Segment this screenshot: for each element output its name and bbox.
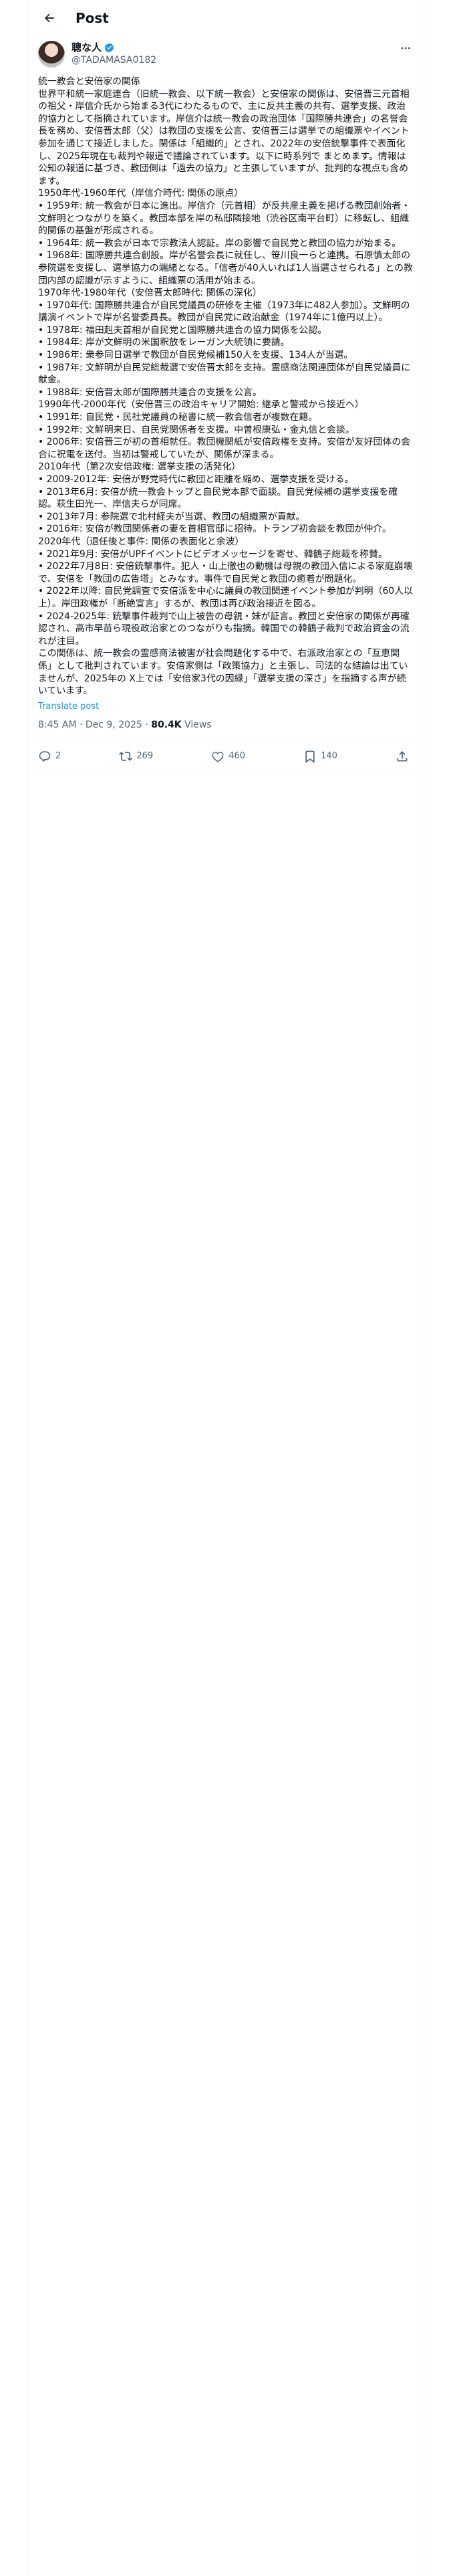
action-bar: 2 269 460 140 [38, 740, 413, 773]
reply-icon [39, 751, 51, 762]
repost-icon [119, 751, 133, 761]
tweet-line: 統一教会と安倍家の関係 [38, 76, 140, 87]
author-row: 聰な人 @TADAMASA0182 [27, 35, 424, 68]
tweet-line: • 1992年: 文鮮明来日、自民党関係者を支援。中曽根康弘・金丸信と会談。 [38, 424, 355, 435]
tweet-line: • 1986年: 衆参同日選挙で教団が自民党候補150人を支援、134人が当選。 [38, 350, 353, 361]
tweet-line: • 2024-2025年: 銃撃事件裁判で山上被告の母親・妹が証言。教団と安倍家… [38, 611, 410, 647]
reply-count: 2 [55, 751, 61, 762]
post-column: Post 聰な人 @TADAMASA0182 統一教会と安倍家の関係 世界平和統… [27, 0, 424, 2576]
back-arrow-icon [45, 13, 54, 22]
like-count: 460 [229, 751, 246, 762]
tweet-line: • 2021年9月: 安倍がUPFイベントにビデオメッセージを寄せ、韓鶴子総裁を… [38, 548, 388, 560]
more-options-button[interactable] [398, 41, 413, 56]
author-name-line: 聰な人 [71, 41, 156, 54]
more-horizontal-icon [401, 47, 410, 49]
tweet-line: • 1968年: 国際勝共連合創設。岸が名誉会長に就任し、笹川良一らと連携。石原… [38, 250, 413, 286]
author-name[interactable]: 聰な人 [71, 41, 102, 54]
verified-badge-icon [104, 42, 114, 53]
tweet-line: • 2016年: 安倍が教団関係者の妻を首相官邸に招待。トランプ初会談を教団が仲… [38, 524, 392, 535]
tweet-line: • 1970年代: 国際勝共連合が自民党議員の研修を主催（1973年に482人参… [38, 300, 410, 324]
tweet-line: • 1959年: 統一教会が日本に進出。岸信介（元首相）が反共産主義を掲げる教団… [38, 200, 411, 237]
post-timestamp[interactable]: 8:45 AM · Dec 9, 2025 [38, 720, 142, 730]
tweet-line: • 2022年以降: 自民党調査で安倍派を中心に議員の教団関連イベント参加が判明… [38, 586, 413, 609]
tweet-line: • 1984年: 岸が文鮮明の米国釈放をレーガン大統領に要請。 [38, 337, 290, 348]
bookmark-icon [305, 750, 315, 763]
post-meta: 8:45 AM · Dec 9, 2025 · 80.4K Views [38, 712, 413, 740]
tweet-line: • 1988年: 安倍晋太郎が国際勝共連合の支援を公言。 [38, 387, 262, 398]
tweet-text: 統一教会と安倍家の関係 世界平和統一家庭連合（旧統一教会、以下統一教会）と安倍家… [27, 68, 424, 697]
reply-button[interactable]: 2 [38, 750, 61, 763]
tweet-line: この関係は、統一教会の霊感商法被害が社会問題化する中で、右派政治家との「互恵関係… [38, 648, 408, 697]
tweet-line: 世界平和統一家庭連合（旧統一教会、以下統一教会）と安倍家の関係は、安倍晋三元首相… [38, 88, 410, 187]
back-button[interactable] [38, 7, 61, 29]
tweet-line: 1990年代-2000年代（安倍晋三の政治キャリア開始: 継承と警戒から接近へ） [38, 399, 364, 411]
tweet-line: 2020年代（退任後と事件: 関係の表面化と余波） [38, 536, 245, 547]
tweet-line: • 2013年7月: 参院選で北村経夫が当選、教団の組織票が貢献。 [38, 511, 305, 522]
author-handle[interactable]: @TADAMASA0182 [71, 54, 156, 66]
heart-icon [212, 752, 224, 762]
repost-button[interactable]: 269 [119, 750, 153, 763]
repost-count: 269 [136, 751, 154, 762]
tweet-line: • 1978年: 福田赳夫首相が自民党と国際勝共連合の協力関係を公認。 [38, 324, 327, 336]
tweet-line: • 1991年: 自民党・民社党議員の秘書に統一教会信者が複数在籍。 [38, 412, 318, 423]
share-icon [397, 750, 408, 762]
views-count: 80.4K [151, 719, 182, 730]
tweet-line: 2010年代（第2次安倍政権: 選挙支援の活発化） [38, 461, 241, 473]
like-button[interactable]: 460 [211, 750, 245, 763]
avatar[interactable] [38, 41, 65, 68]
bookmark-count: 140 [321, 751, 337, 762]
tweet-line: • 2022年7月8日: 安倍銃撃事件。犯人・山上徹也の動機は母親の教団入信によ… [38, 561, 413, 584]
meta-separator: · [142, 719, 152, 730]
tweet-line: • 1964年: 統一教会が日本で宗教法人認証。岸の影響で自民党と教団の協力が始… [38, 237, 402, 249]
tweet-line: • 1987年: 文鮮明が自民党総裁選で安倍晋太郎を支持。霊感商法関連団体が自民… [38, 362, 411, 386]
top-bar: Post [27, 0, 424, 35]
share-button[interactable] [396, 750, 413, 763]
tweet-line: 1970年代-1980年代（安倍晋太郎時代: 関係の深化） [38, 288, 262, 299]
tweet-line: • 2009-2012年: 安倍が野党時代に教団と距離を縮め、選挙支援を受ける。 [38, 474, 354, 485]
views-label: Views [181, 719, 212, 730]
tweet-line: • 2006年: 安倍晋三が初の首相就任。教団機関紙が安倍政権を支持。安倍が友好… [38, 437, 411, 460]
page-title: Post [76, 9, 109, 26]
tweet-line: • 2013年6月: 安倍が統一教会トップと自民党本部で面談。自民党候補の選挙支… [38, 486, 398, 510]
tweet-line: 1950年代-1960年代（岸信介時代: 関係の原点） [38, 188, 244, 199]
bookmark-button[interactable]: 140 [303, 750, 337, 763]
translate-post-link[interactable]: Translate post [27, 697, 424, 712]
author-names: 聰な人 @TADAMASA0182 [71, 41, 156, 66]
